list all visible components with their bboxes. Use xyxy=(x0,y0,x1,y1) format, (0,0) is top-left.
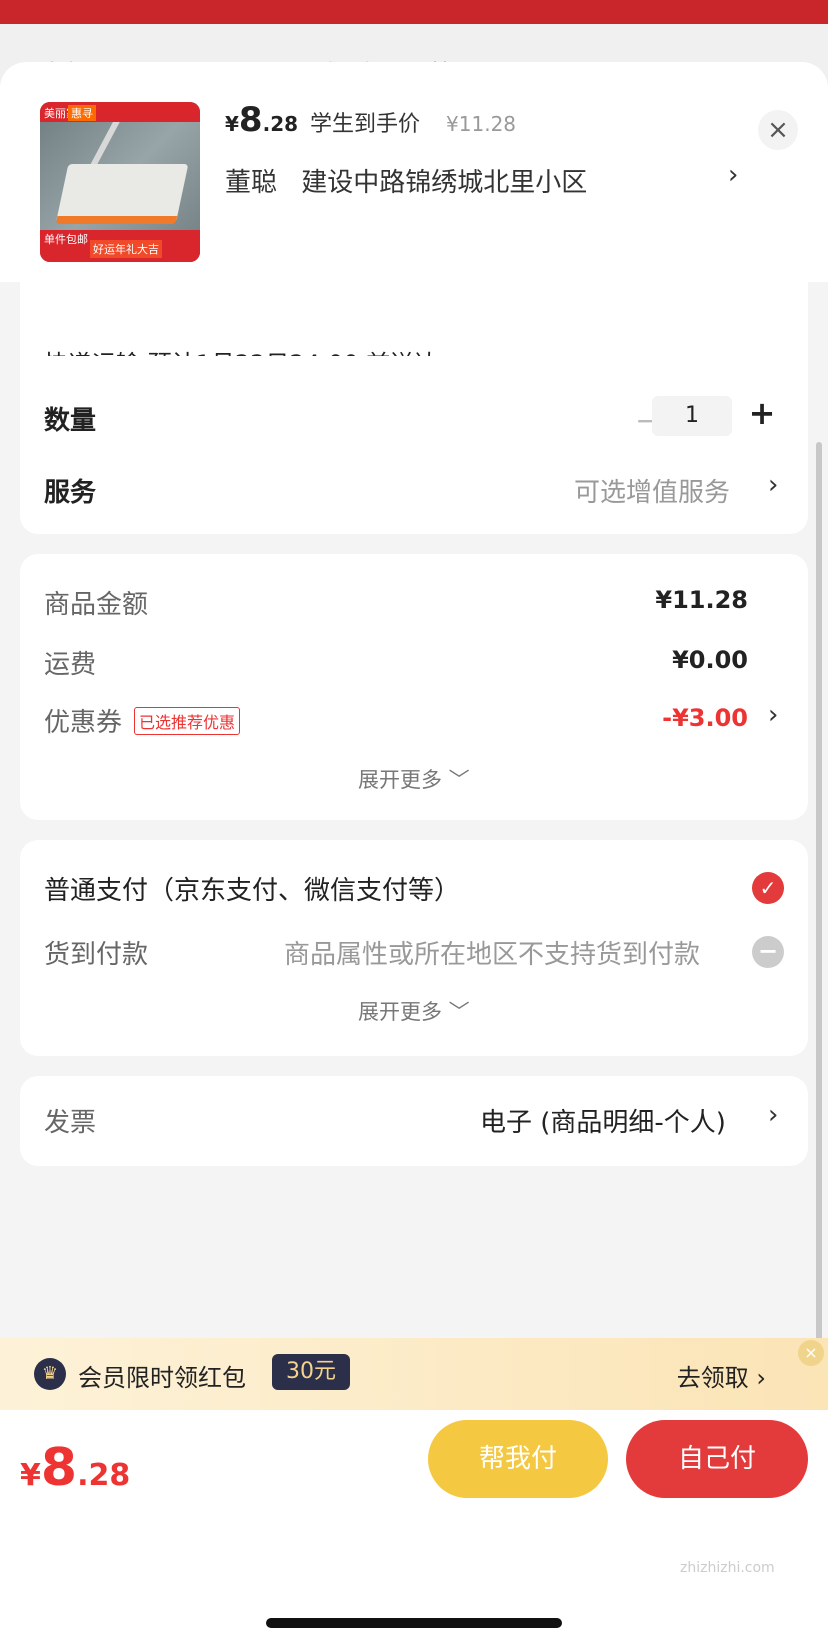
invoice-label: 发票 xyxy=(44,1108,97,1138)
member-red-packet-banner[interactable]: ♛ 会员限时领红包 30元 去领取 › × xyxy=(0,1338,828,1410)
goods-amount-label: 商品金额 xyxy=(44,590,149,620)
thumb-badge: 惠寻 xyxy=(68,105,96,121)
product-thumbnail[interactable]: 美丽家 惠寻 单件包邮 好运年礼大吉 xyxy=(40,102,200,262)
total-price: ¥ 8 .28 xyxy=(20,1438,130,1498)
scrollbar[interactable] xyxy=(816,442,822,1442)
home-indicator[interactable] xyxy=(266,1618,562,1628)
freight-value: ¥0.00 xyxy=(672,646,748,674)
normal-payment-label[interactable]: 普通支付（京东支付、微信支付等） xyxy=(44,870,460,907)
close-button[interactable]: × xyxy=(758,110,798,150)
quantity-service-card: 数量 − 1 + 服务 可选增值服务 › xyxy=(20,356,808,534)
payment-expand-more[interactable]: 展开更多 ﹀ xyxy=(358,996,470,1026)
claim-button[interactable]: 去领取 › xyxy=(677,1358,766,1393)
cod-label: 货到付款 xyxy=(44,940,149,970)
thumb-bottom-badge: 好运年礼大吉 xyxy=(90,240,162,258)
address-chevron-icon[interactable]: › xyxy=(728,160,738,190)
coupon-value[interactable]: -¥3.00 xyxy=(662,704,748,732)
amount-card: 商品金额 ¥11.28 运费 ¥0.00 优惠券 已选推荐优惠 -¥3.00 ›… xyxy=(20,554,808,820)
service-value[interactable]: 可选增值服务 xyxy=(574,472,730,509)
quantity-plus-button[interactable]: + xyxy=(744,394,780,432)
coupon-chevron-icon[interactable]: › xyxy=(768,700,778,730)
freight-label: 运费 xyxy=(44,650,97,680)
checkout-footer: ¥ 8 .28 帮我付 自己付 zhizhizhi.com xyxy=(0,1410,828,1640)
total-decimal: .28 xyxy=(77,1458,131,1493)
coupon-tag: 已选推荐优惠 xyxy=(134,706,241,735)
top-background xyxy=(0,0,828,24)
price-line: ¥ 8 .28 学生到手价 ¥11.28 xyxy=(225,100,516,152)
help-pay-button[interactable]: 帮我付 xyxy=(428,1420,608,1498)
check-icon[interactable]: ✓ xyxy=(752,872,784,904)
product-header: 美丽家 惠寻 单件包邮 好运年礼大吉 ¥ 8 .28 学生到手价 ¥11.28 … xyxy=(0,62,828,282)
thumb-bottom-bar: 单件包邮 好运年礼大吉 xyxy=(40,230,200,262)
mop-head xyxy=(55,164,189,224)
self-pay-button[interactable]: 自己付 xyxy=(626,1420,808,1498)
crown-icon: ♛ xyxy=(34,1358,66,1390)
banner-label: 会员限时领红包 xyxy=(78,1364,246,1392)
amount-expand-more[interactable]: 展开更多 ﹀ xyxy=(358,764,470,794)
banner-close-icon[interactable]: × xyxy=(798,1340,824,1366)
payment-card: 普通支付（京东支付、微信支付等） ✓ 货到付款 商品属性或所在地区不支持货到付款… xyxy=(20,840,808,1056)
price-symbol: ¥ xyxy=(225,112,239,136)
thumb-top-badge: 美丽家 惠寻 xyxy=(40,102,200,122)
quantity-label: 数量 xyxy=(44,406,97,436)
watermark: zhizhizhi.com xyxy=(680,1560,775,1576)
price-integer: 8 xyxy=(238,100,263,140)
original-price: ¥11.28 xyxy=(446,112,517,136)
service-label: 服务 xyxy=(44,478,97,508)
invoice-chevron-icon[interactable]: › xyxy=(768,1100,778,1130)
cod-note: 商品属性或所在地区不支持货到付款 xyxy=(284,940,701,970)
recipient-name: 董聪 xyxy=(225,168,278,198)
price-decimal: .28 xyxy=(262,112,299,136)
coupon-row[interactable]: 优惠券 已选推荐优惠 xyxy=(44,702,241,739)
invoice-value: 电子 (商品明细-个人) xyxy=(480,1108,726,1138)
goods-amount-value: ¥11.28 xyxy=(655,586,748,614)
disabled-icon: − xyxy=(752,936,784,968)
total-symbol: ¥ xyxy=(20,1458,41,1493)
coupon-label: 优惠券 xyxy=(44,708,123,738)
address-row[interactable]: 董聪 建设中路锦绣城北里小区 xyxy=(225,162,587,199)
banner-amount-badge: 30元 xyxy=(272,1354,350,1390)
service-chevron-icon[interactable]: › xyxy=(768,470,778,500)
invoice-card[interactable]: 发票 电子 (商品明细-个人) › xyxy=(20,1076,808,1166)
price-label: 学生到手价 xyxy=(310,112,421,137)
thumb-bottom-left: 单件包邮 xyxy=(44,233,88,246)
total-integer: 8 xyxy=(40,1438,78,1498)
address-detail: 建设中路锦绣城北里小区 xyxy=(301,168,588,198)
quantity-input[interactable]: 1 xyxy=(652,396,732,436)
